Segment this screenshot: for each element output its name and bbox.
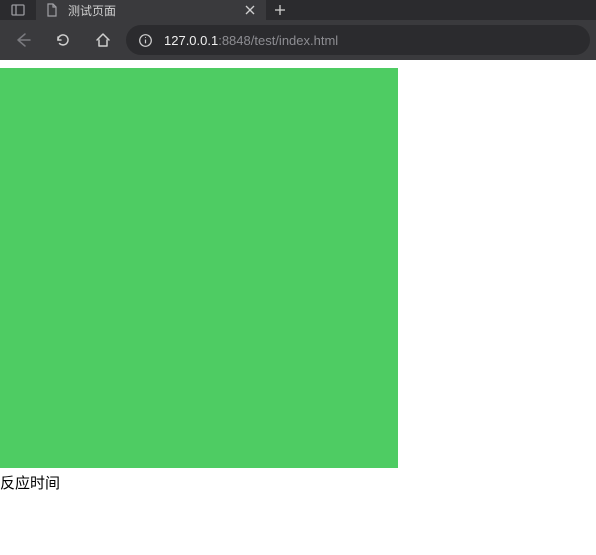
- nav-bar: 127.0.0.1:8848/test/index.html: [0, 20, 596, 60]
- reaction-box[interactable]: [0, 68, 398, 468]
- panel-toggle-icon[interactable]: [0, 0, 36, 20]
- reload-button[interactable]: [46, 23, 80, 57]
- tab-title: 测试页面: [68, 2, 242, 19]
- tab-bar: 测试页面: [0, 0, 596, 20]
- reaction-time-label: 反应时间: [0, 472, 596, 493]
- page-content: 反应时间: [0, 68, 596, 493]
- browser-tab[interactable]: 测试页面: [36, 0, 266, 20]
- new-tab-button[interactable]: [266, 0, 294, 20]
- url-rest: :8848/test/index.html: [218, 33, 338, 48]
- home-button[interactable]: [86, 23, 120, 57]
- browser-chrome: 测试页面: [0, 0, 596, 60]
- address-bar[interactable]: 127.0.0.1:8848/test/index.html: [126, 25, 590, 55]
- page-icon: [44, 2, 60, 18]
- back-button[interactable]: [6, 23, 40, 57]
- site-info-icon[interactable]: [136, 31, 154, 49]
- url-host: 127.0.0.1: [164, 33, 218, 48]
- close-tab-icon[interactable]: [242, 2, 258, 18]
- url-text: 127.0.0.1:8848/test/index.html: [164, 33, 338, 48]
